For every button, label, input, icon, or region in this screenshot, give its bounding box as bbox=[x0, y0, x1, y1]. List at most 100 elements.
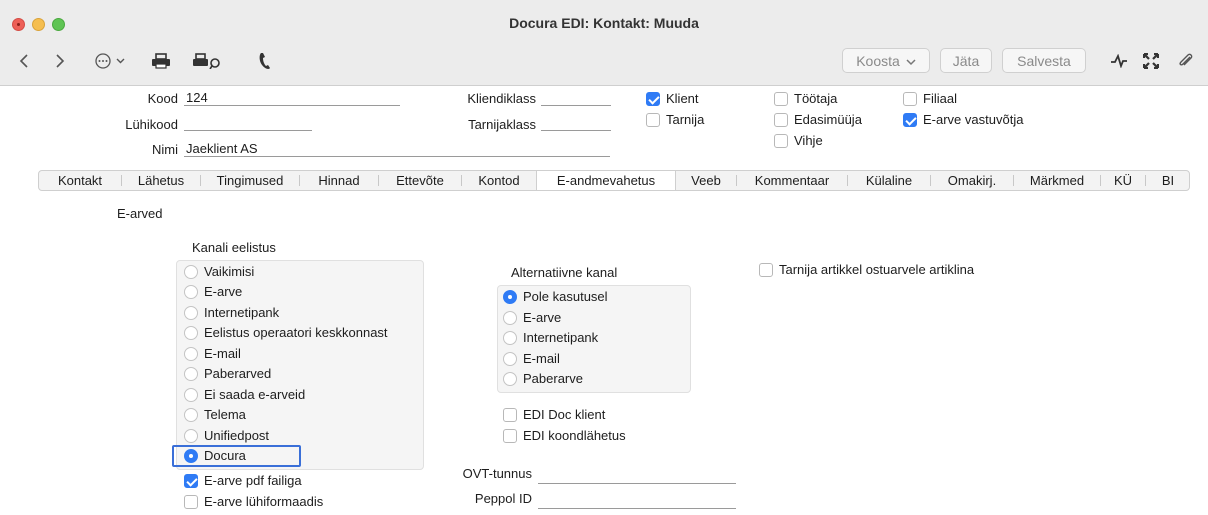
tootaja-checkbox[interactable] bbox=[774, 92, 788, 106]
vihje-checkbox[interactable] bbox=[774, 134, 788, 148]
e-arve-pdf-label: E-arve pdf failiga bbox=[204, 473, 302, 488]
section-title: E-arved bbox=[117, 206, 163, 221]
kanal-option-label: Eelistus operaatori keskkonnast bbox=[204, 325, 388, 340]
kanal-radio-operaatori[interactable] bbox=[184, 326, 198, 340]
kanal-radio-telema[interactable] bbox=[184, 408, 198, 422]
salvesta-label: Salvesta bbox=[1017, 52, 1071, 69]
tarnija-checkbox[interactable] bbox=[646, 113, 660, 127]
tab-hinnad[interactable]: Hinnad bbox=[300, 171, 378, 190]
nimi-field[interactable]: Jaeklient AS bbox=[184, 140, 610, 157]
kanal-radio-paberarved[interactable] bbox=[184, 367, 198, 381]
koosta-dropdown-button[interactable]: Koosta bbox=[842, 48, 930, 73]
kanal-option-label: Unifiedpost bbox=[204, 428, 270, 443]
window-title: Docura EDI: Kontakt: Muuda bbox=[509, 15, 699, 31]
chevron-left-icon[interactable] bbox=[16, 50, 32, 72]
kanal-option-label: E-mail bbox=[204, 346, 241, 361]
kanal-option-label: Telema bbox=[204, 407, 246, 422]
alt-option-label: Internetipank bbox=[523, 330, 599, 345]
window-titlebar: Docura EDI: Kontakt: Muuda Koosta Jäta S… bbox=[0, 0, 1208, 86]
alt-option-label: E-mail bbox=[523, 351, 560, 366]
alt-radio-pole-kasutusel[interactable] bbox=[503, 290, 517, 304]
alt-option-label: Pole kasutusel bbox=[523, 289, 608, 304]
kanal-radio-internetipank[interactable] bbox=[184, 306, 198, 320]
vihje-label: Vihje bbox=[794, 133, 823, 148]
filiaal-checkbox[interactable] bbox=[903, 92, 917, 106]
kood-field[interactable]: 124 bbox=[184, 89, 400, 106]
kanal-radio-e-arve[interactable] bbox=[184, 285, 198, 299]
jata-button[interactable]: Jäta bbox=[940, 48, 992, 73]
peppol-id-label: Peppol ID bbox=[474, 491, 532, 506]
kanal-option-label: Docura bbox=[204, 448, 246, 463]
tab-lahetus[interactable]: Lähetus bbox=[122, 171, 200, 190]
kanal-radio-docura[interactable] bbox=[184, 449, 198, 463]
tab-bi[interactable]: BI bbox=[1146, 171, 1190, 190]
print-preview-icon[interactable] bbox=[192, 50, 222, 72]
kanal-option-label: Internetipank bbox=[204, 305, 280, 320]
salvesta-button[interactable]: Salvesta bbox=[1002, 48, 1086, 73]
edi-koondlahetus-checkbox[interactable] bbox=[503, 429, 517, 443]
paperclip-icon[interactable] bbox=[1176, 50, 1196, 72]
kanali-eelistus-label: Kanali eelistus bbox=[192, 240, 276, 255]
tarnija-label: Tarnija bbox=[666, 112, 705, 127]
alternatiivne-kanal-label: Alternatiivne kanal bbox=[511, 265, 618, 280]
peppol-id-field[interactable] bbox=[538, 492, 736, 509]
kood-label: Kood bbox=[147, 91, 178, 106]
edi-doc-klient-checkbox[interactable] bbox=[503, 408, 517, 422]
phone-icon[interactable] bbox=[256, 50, 274, 72]
kanal-radio-vaikimisi[interactable] bbox=[184, 265, 198, 279]
luhikood-label: Lühikood bbox=[125, 117, 178, 132]
kanal-radio-e-mail[interactable] bbox=[184, 347, 198, 361]
nimi-label: Nimi bbox=[152, 142, 178, 157]
tab-e-andmevahetus[interactable]: E-andmevahetus bbox=[536, 171, 676, 190]
tab-kulaline[interactable]: Külaline bbox=[848, 171, 930, 190]
tarnija-artikkel-checkbox[interactable] bbox=[759, 263, 773, 277]
alt-option-label: E-arve bbox=[523, 310, 562, 325]
edi-koondlahetus-label: EDI koondlähetus bbox=[523, 428, 626, 443]
tab-kontakt[interactable]: Kontakt bbox=[39, 171, 121, 190]
filiaal-label: Filiaal bbox=[923, 91, 957, 106]
printer-icon[interactable] bbox=[150, 50, 172, 72]
alt-radio-internetipank[interactable] bbox=[503, 331, 517, 345]
alt-radio-e-mail[interactable] bbox=[503, 352, 517, 366]
tab-omakirj[interactable]: Omakirj. bbox=[931, 171, 1013, 190]
tab-kommentaar[interactable]: Kommentaar bbox=[737, 171, 847, 190]
tarnijaklass-label: Tarnijaklass bbox=[468, 117, 536, 132]
kanal-option-label: Paberarved bbox=[204, 366, 272, 381]
e-arve-pdf-checkbox[interactable] bbox=[184, 474, 198, 488]
e-arve-luhiformaat-label: E-arve lühiformaadis bbox=[204, 494, 324, 509]
e-arve-luhiformaat-checkbox[interactable] bbox=[184, 495, 198, 509]
tab-bar: Kontakt Lähetus Tingimused Hinnad Ettevõ… bbox=[38, 170, 1190, 191]
more-actions-icon[interactable] bbox=[94, 50, 130, 72]
kanal-radio-unifiedpost[interactable] bbox=[184, 429, 198, 443]
alt-radio-e-arve[interactable] bbox=[503, 311, 517, 325]
activity-icon[interactable] bbox=[1110, 50, 1128, 72]
kanal-option-label: E-arve bbox=[204, 284, 243, 299]
ovt-tunnus-label: OVT-tunnus bbox=[462, 466, 532, 481]
kliendiklass-field[interactable] bbox=[541, 89, 611, 106]
tab-ku[interactable]: KÜ bbox=[1101, 171, 1145, 190]
expand-icon[interactable] bbox=[1142, 50, 1160, 72]
ovt-tunnus-field[interactable] bbox=[538, 467, 736, 484]
luhikood-field[interactable] bbox=[184, 114, 312, 131]
klient-label: Klient bbox=[666, 91, 699, 106]
e-arve-vastuvotja-label: E-arve vastuvõtja bbox=[923, 112, 1024, 127]
klient-checkbox[interactable] bbox=[646, 92, 660, 106]
jata-label: Jäta bbox=[952, 52, 980, 69]
edasimuuja-checkbox[interactable] bbox=[774, 113, 788, 127]
tab-ettevote[interactable]: Ettevõte bbox=[379, 171, 461, 190]
alt-radio-paberarve[interactable] bbox=[503, 372, 517, 386]
tab-markmed[interactable]: Märkmed bbox=[1014, 171, 1100, 190]
tab-tingimused[interactable]: Tingimused bbox=[201, 171, 299, 190]
chevron-right-icon[interactable] bbox=[52, 50, 68, 72]
kanal-option-label: Ei saada e-arveid bbox=[204, 387, 306, 402]
kliendiklass-label: Kliendiklass bbox=[467, 91, 536, 106]
kanal-radio-ei-saada[interactable] bbox=[184, 388, 198, 402]
tab-kontod[interactable]: Kontod bbox=[462, 171, 536, 190]
tarnijaklass-field[interactable] bbox=[541, 114, 611, 131]
tootaja-label: Töötaja bbox=[794, 91, 838, 106]
tarnija-artikkel-label: Tarnija artikkel ostuarvele artiklina bbox=[779, 262, 975, 277]
edi-doc-klient-label: EDI Doc klient bbox=[523, 407, 606, 422]
e-arve-vastuvotja-checkbox[interactable] bbox=[903, 113, 917, 127]
kanal-option-label: Vaikimisi bbox=[204, 264, 255, 279]
tab-veeb[interactable]: Veeb bbox=[676, 171, 736, 190]
